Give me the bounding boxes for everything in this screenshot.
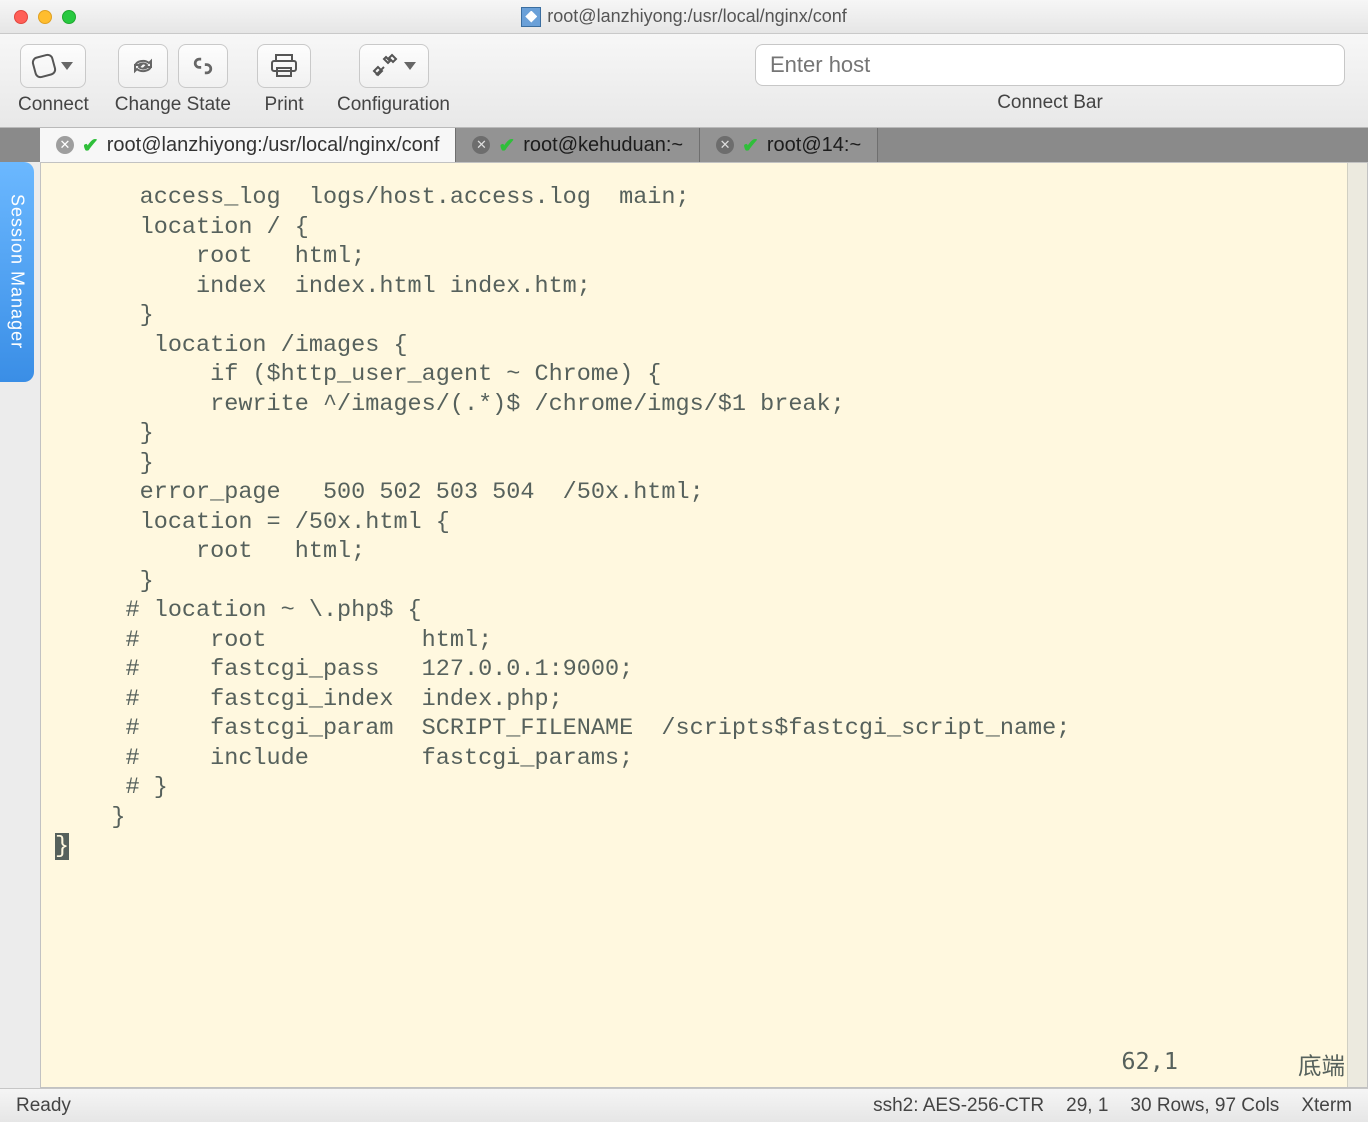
terminal-line: if ($http_user_agent ~ Chrome) {: [55, 360, 1359, 390]
terminal-line: rewrite ^/images/(.*)$ /chrome/imgs/$1 b…: [55, 390, 1359, 420]
terminal-line: location = /50x.html {: [55, 508, 1359, 538]
zoom-window-button[interactable]: [62, 10, 76, 24]
terminal-scrollbar[interactable]: [1347, 163, 1367, 1087]
print-label: Print: [264, 94, 303, 116]
titlebar: root@lanzhiyong:/usr/local/nginx/conf: [0, 0, 1368, 34]
print-group: Print: [257, 44, 311, 116]
session-manager-tab[interactable]: Session Manager: [0, 162, 34, 382]
status-size: 30 Rows, 97 Cols: [1130, 1095, 1279, 1117]
terminal-line: location /images {: [55, 331, 1359, 361]
terminal-line: }: [55, 832, 1359, 862]
check-icon: ✔: [82, 133, 99, 158]
terminal-line: # }: [55, 773, 1359, 803]
terminal-line: # root html;: [55, 626, 1359, 656]
terminal-line: }: [55, 301, 1359, 331]
tab-session-2[interactable]: ✕ ✔ root@kehuduan:~: [456, 128, 700, 162]
tab-session-1[interactable]: ✕ ✔ root@lanzhiyong:/usr/local/nginx/con…: [40, 128, 456, 162]
vim-status: 62,1 底端: [1121, 1047, 1345, 1081]
chevron-down-icon: [61, 62, 73, 70]
close-window-button[interactable]: [14, 10, 28, 24]
check-icon: ✔: [742, 133, 759, 158]
configuration-group: Configuration: [337, 44, 450, 116]
reconnect-button[interactable]: [118, 44, 168, 88]
terminal-line: location / {: [55, 213, 1359, 243]
disconnect-icon: [192, 55, 214, 77]
change-state-label: Change State: [115, 94, 231, 116]
chevron-down-icon: [404, 62, 416, 70]
connect-button[interactable]: [20, 44, 86, 88]
terminal-line: root html;: [55, 242, 1359, 272]
tab-label: root@kehuduan:~: [523, 134, 683, 157]
connect-group: Connect: [18, 44, 89, 116]
terminal-line: access_log logs/host.access.log main;: [55, 183, 1359, 213]
status-connection: ssh2: AES-256-CTR: [873, 1095, 1044, 1117]
terminal-content[interactable]: access_log logs/host.access.log main; lo…: [41, 163, 1367, 1087]
terminal-line: # fastcgi_param SCRIPT_FILENAME /scripts…: [55, 714, 1359, 744]
terminal-line: # location ~ \.php$ {: [55, 596, 1359, 626]
close-icon[interactable]: ✕: [716, 136, 734, 154]
terminal-line: }: [55, 803, 1359, 833]
terminal-line: # fastcgi_pass 127.0.0.1:9000;: [55, 655, 1359, 685]
configuration-label: Configuration: [337, 94, 450, 116]
terminal-line: index index.html index.htm;: [55, 272, 1359, 302]
status-cursor: 29, 1: [1066, 1095, 1108, 1117]
terminal-line: # fastcgi_index index.php;: [55, 685, 1359, 715]
session-manager-label: Session Manager: [7, 194, 28, 349]
tab-label: root@lanzhiyong:/usr/local/nginx/conf: [107, 134, 440, 157]
link-icon: [31, 53, 58, 80]
minimize-window-button[interactable]: [38, 10, 52, 24]
window-title-text: root@lanzhiyong:/usr/local/nginx/conf: [547, 6, 846, 27]
status-ready: Ready: [16, 1095, 71, 1117]
terminal-pane[interactable]: access_log logs/host.access.log main; lo…: [40, 162, 1368, 1088]
close-icon[interactable]: ✕: [56, 136, 74, 154]
disconnect-button[interactable]: [178, 44, 228, 88]
window-controls: [0, 10, 76, 24]
terminal-line: error_page 500 502 503 504 /50x.html;: [55, 478, 1359, 508]
change-state-group: Change State: [115, 44, 231, 116]
close-icon[interactable]: ✕: [472, 136, 490, 154]
terminal-cursor: }: [55, 833, 69, 860]
terminal-line: root html;: [55, 537, 1359, 567]
status-bar: Ready ssh2: AES-256-CTR 29, 1 30 Rows, 9…: [0, 1088, 1368, 1122]
tab-session-3[interactable]: ✕ ✔ root@14:~: [700, 128, 878, 162]
terminal-line: }: [55, 449, 1359, 479]
window-title: root@lanzhiyong:/usr/local/nginx/conf: [0, 6, 1368, 27]
tab-label: root@14:~: [767, 134, 861, 157]
print-button[interactable]: [257, 44, 311, 88]
terminal-line: }: [55, 419, 1359, 449]
configuration-button[interactable]: [359, 44, 429, 88]
status-term-type: Xterm: [1301, 1095, 1352, 1117]
connect-bar-group: Connect Bar: [750, 44, 1350, 114]
connect-label: Connect: [18, 94, 89, 116]
host-input[interactable]: [755, 44, 1345, 86]
printer-icon: [270, 54, 298, 78]
connect-bar-label: Connect Bar: [997, 92, 1103, 114]
terminal-line: }: [55, 567, 1359, 597]
vim-scroll-pos: 底端: [1298, 1047, 1345, 1081]
vim-cursor-pos: 62,1: [1121, 1047, 1178, 1081]
toolbar: Connect Change State Print Configuration…: [0, 34, 1368, 128]
app-icon: [521, 7, 541, 27]
terminal-line: # include fastcgi_params;: [55, 744, 1359, 774]
check-icon: ✔: [498, 133, 515, 158]
session-tabs: ✕ ✔ root@lanzhiyong:/usr/local/nginx/con…: [0, 128, 1368, 162]
reconnect-icon: [131, 56, 155, 76]
tools-icon: [372, 53, 398, 79]
